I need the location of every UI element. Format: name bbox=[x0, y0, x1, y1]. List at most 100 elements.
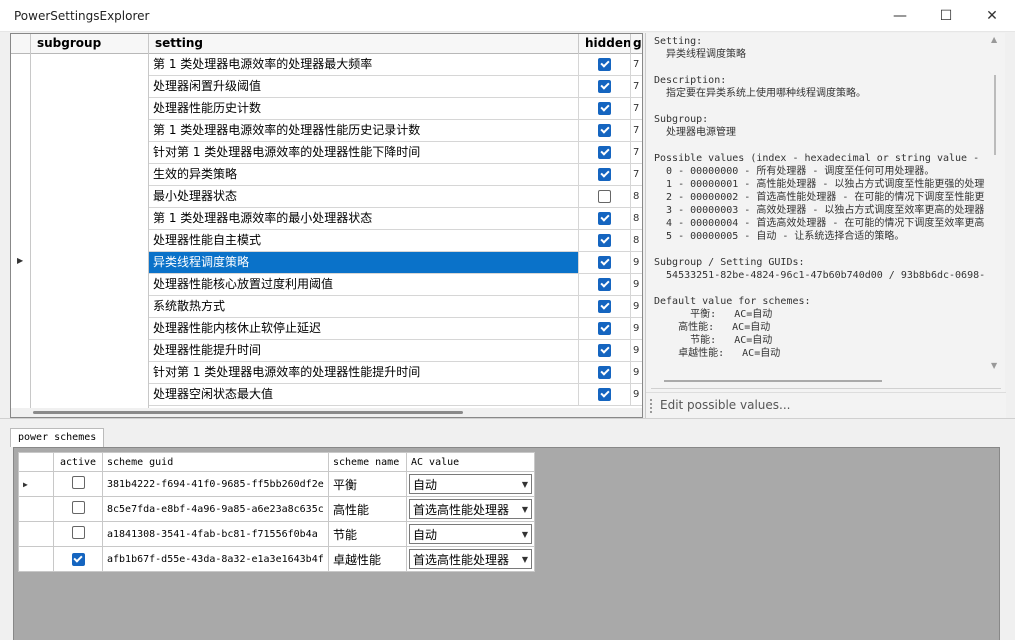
table-row[interactable]: 针对第 1 类处理器电源效率的处理器性能下降时间 7 bbox=[149, 142, 642, 164]
table-row[interactable]: 第 1 类处理器电源效率的最小处理器状态 8 bbox=[149, 208, 642, 230]
scheme-row[interactable]: ▶ 381b4222-f694-41f0-9685-ff5bb260df2e 平衡自… bbox=[18, 471, 535, 497]
table-row[interactable]: 第 1 类处理器电源效率的处理器性能历史记录计数 7 bbox=[149, 120, 642, 142]
ac-value-dropdown[interactable]: 自动 ▼ bbox=[409, 524, 532, 544]
active-checkbox[interactable] bbox=[71, 476, 85, 489]
hidden-checkbox[interactable] bbox=[598, 300, 611, 313]
hidden-checkbox[interactable] bbox=[598, 344, 611, 357]
active-checkbox[interactable] bbox=[71, 526, 85, 539]
table-row[interactable]: 处理器闲置升级阈值 7 bbox=[149, 76, 642, 98]
setting-cell[interactable]: 处理器性能提升时间 bbox=[149, 340, 579, 361]
hidden-cell bbox=[579, 98, 631, 119]
column-header-subgroup[interactable]: subgroup bbox=[31, 34, 149, 54]
edit-possible-values-button[interactable]: Edit possible values... bbox=[660, 398, 790, 412]
setting-cell[interactable]: 系统散热方式 bbox=[149, 296, 579, 317]
scheme-guid-cell[interactable]: 381b4222-f694-41f0-9685-ff5bb260df2e bbox=[102, 471, 329, 497]
scroll-down-icon[interactable]: ▼ bbox=[991, 361, 997, 370]
settings-grid[interactable]: subgroup setting hidden g ▶ 第 1 类处理器电源效率… bbox=[10, 33, 643, 418]
column-header-scheme-name[interactable]: scheme name bbox=[328, 452, 407, 472]
hidden-checkbox[interactable] bbox=[598, 58, 611, 71]
scheme-guid-cell[interactable]: a1841308-3541-4fab-bc81-f71556f0b4a bbox=[102, 521, 329, 547]
hidden-checkbox[interactable] bbox=[598, 102, 611, 115]
setting-cell[interactable]: 针对第 1 类处理器电源效率的处理器性能下降时间 bbox=[149, 142, 579, 163]
active-checkbox[interactable] bbox=[71, 552, 85, 566]
tab-power-schemes[interactable]: power schemes bbox=[10, 428, 105, 447]
power-schemes-table[interactable]: active scheme guid scheme name AC value … bbox=[18, 452, 535, 572]
hidden-checkbox[interactable] bbox=[598, 234, 611, 247]
extra-cell: 9 bbox=[633, 345, 640, 356]
hidden-checkbox[interactable] bbox=[598, 80, 611, 93]
table-row[interactable]: 异类线程调度策略 9 bbox=[149, 252, 642, 274]
setting-cell[interactable]: 针对第 1 类处理器电源效率的处理器性能提升时间 bbox=[149, 362, 579, 383]
setting-cell[interactable]: 处理器性能核心放置过度利用阈值 bbox=[149, 274, 579, 295]
hidden-checkbox[interactable] bbox=[598, 146, 611, 159]
table-row[interactable]: 处理器性能核心放置过度利用阈值 9 bbox=[149, 274, 642, 296]
grid-hscroll-thumb[interactable] bbox=[33, 411, 463, 414]
setting-cell[interactable]: 最小处理器状态 bbox=[149, 186, 579, 207]
hidden-checkbox[interactable] bbox=[598, 124, 611, 137]
setting-cell[interactable]: 处理器空闲状态最大值 bbox=[149, 384, 579, 405]
minimize-button[interactable]: — bbox=[877, 0, 923, 32]
detail-horizontal-scrollbar[interactable] bbox=[664, 380, 882, 382]
column-header-active[interactable]: active bbox=[53, 452, 103, 472]
row-header-column[interactable]: ▶ bbox=[11, 54, 31, 414]
subgroup-column[interactable] bbox=[31, 54, 149, 414]
hidden-checkbox[interactable] bbox=[598, 278, 611, 291]
setting-cell[interactable]: 第 1 类处理器电源效率的最小处理器状态 bbox=[149, 208, 579, 229]
scheme-name-cell[interactable]: 平衡 bbox=[328, 471, 407, 497]
scheme-row-header[interactable]: ▶ bbox=[18, 471, 54, 497]
maximize-button[interactable]: ☐ bbox=[923, 0, 969, 32]
column-header-hidden[interactable]: hidden bbox=[579, 34, 631, 54]
scheme-name-cell[interactable]: 高性能 bbox=[328, 496, 407, 522]
table-row[interactable]: 针对第 1 类处理器电源效率的处理器性能提升时间 9 bbox=[149, 362, 642, 384]
scheme-guid-cell[interactable]: 8c5e7fda-e8bf-4a96-9a85-a6e23a8c635c bbox=[102, 496, 329, 522]
scheme-row[interactable]: 8c5e7fda-e8bf-4a96-9a85-a6e23a8c635c 高性能首… bbox=[18, 496, 535, 522]
setting-cell[interactable]: 异类线程调度策略 bbox=[149, 252, 579, 273]
setting-cell[interactable]: 第 1 类处理器电源效率的处理器性能历史记录计数 bbox=[149, 120, 579, 141]
table-row[interactable]: 最小处理器状态 8 bbox=[149, 186, 642, 208]
setting-cell[interactable]: 处理器性能历史计数 bbox=[149, 98, 579, 119]
table-row[interactable]: 生效的异类策略 7 bbox=[149, 164, 642, 186]
setting-cell[interactable]: 处理器性能内核休止软停止延迟 bbox=[149, 318, 579, 339]
table-row[interactable]: 处理器性能历史计数 7 bbox=[149, 98, 642, 120]
setting-cell[interactable]: 生效的异类策略 bbox=[149, 164, 579, 185]
scheme-row[interactable]: afb1b67f-d55e-43da-8a32-e1a3e1643b4f 卓越性能… bbox=[18, 546, 535, 572]
close-button[interactable]: ✕ bbox=[969, 0, 1015, 32]
column-header-setting[interactable]: setting bbox=[149, 34, 579, 54]
hidden-checkbox[interactable] bbox=[598, 212, 611, 225]
column-header-ac-value[interactable]: AC value bbox=[406, 452, 535, 472]
table-row[interactable]: 处理器性能内核休止软停止延迟 9 bbox=[149, 318, 642, 340]
table-row[interactable]: 处理器空闲状态最大值 9 bbox=[149, 384, 642, 406]
setting-cell[interactable]: 第 1 类处理器电源效率的处理器最大频率 bbox=[149, 54, 579, 75]
hidden-checkbox[interactable] bbox=[598, 190, 611, 203]
detail-vertical-scrollbar[interactable]: ▲ ▼ bbox=[991, 35, 1001, 375]
hidden-checkbox[interactable] bbox=[598, 388, 611, 401]
setting-cell[interactable]: 处理器闲置升级阈值 bbox=[149, 76, 579, 97]
ac-value-dropdown[interactable]: 自动 ▼ bbox=[409, 474, 532, 494]
hidden-checkbox[interactable] bbox=[598, 366, 611, 379]
hidden-checkbox[interactable] bbox=[598, 322, 611, 335]
scheme-row-header[interactable] bbox=[18, 521, 54, 547]
scheme-name-cell[interactable]: 节能 bbox=[328, 521, 407, 547]
scheme-row-header[interactable] bbox=[18, 496, 54, 522]
hidden-checkbox[interactable] bbox=[598, 168, 611, 181]
table-row[interactable]: 处理器性能自主模式 8 bbox=[149, 230, 642, 252]
detail-vscroll-thumb[interactable] bbox=[994, 75, 996, 155]
scheme-guid-cell[interactable]: afb1b67f-d55e-43da-8a32-e1a3e1643b4f bbox=[102, 546, 329, 572]
active-checkbox[interactable] bbox=[71, 501, 85, 514]
table-row[interactable]: 第 1 类处理器电源效率的处理器最大频率 7 bbox=[149, 54, 642, 76]
ac-value-dropdown[interactable]: 首选高性能处理器 ▼ bbox=[409, 549, 532, 569]
scheme-row-header[interactable] bbox=[18, 546, 54, 572]
column-header-scheme-guid[interactable]: scheme guid bbox=[102, 452, 329, 472]
setting-cell[interactable]: 处理器性能自主模式 bbox=[149, 230, 579, 251]
panel-splitter[interactable] bbox=[0, 418, 1015, 425]
scroll-up-icon[interactable]: ▲ bbox=[991, 35, 997, 44]
table-row[interactable]: 系统散热方式 9 bbox=[149, 296, 642, 318]
scheme-row[interactable]: a1841308-3541-4fab-bc81-f71556f0b4a 节能 自动 ▼ bbox=[18, 521, 535, 547]
ac-value-dropdown[interactable]: 首选高性能处理器 ▼ bbox=[409, 499, 532, 519]
grid-horizontal-scrollbar[interactable] bbox=[11, 408, 642, 417]
scheme-name-cell[interactable]: 卓越性能 bbox=[328, 546, 407, 572]
column-header-extra[interactable]: g bbox=[631, 34, 642, 54]
hidden-checkbox[interactable] bbox=[598, 256, 611, 269]
table-row[interactable]: 处理器性能提升时间 9 bbox=[149, 340, 642, 362]
ac-value-cell: 自动 ▼ bbox=[406, 521, 535, 547]
